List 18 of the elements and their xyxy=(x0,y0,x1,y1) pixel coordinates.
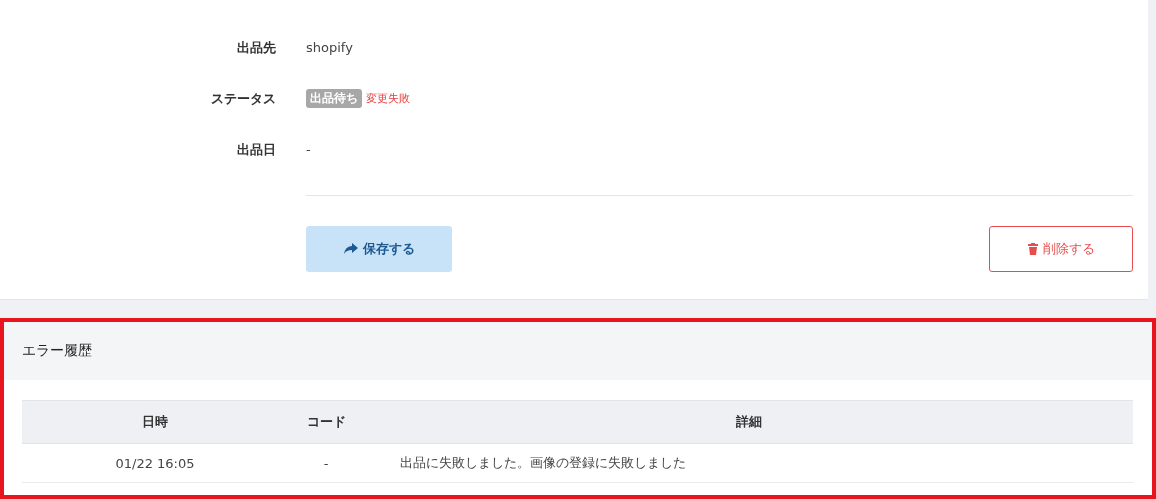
trash-icon xyxy=(1027,243,1038,255)
field-label: 出品日 xyxy=(236,140,276,159)
field-label: ステータス xyxy=(210,89,276,108)
table-cell-text: 出品に失敗しました。画像の登録に失敗しました xyxy=(399,454,687,472)
field-value: - xyxy=(306,142,311,157)
column-header: 日時 xyxy=(141,413,169,431)
table-cell-text: 01/22 16:05 xyxy=(114,455,196,471)
column-header: 詳細 xyxy=(734,413,763,431)
share-arrow-icon xyxy=(343,243,358,255)
delete-button[interactable]: 削除する xyxy=(989,226,1133,272)
table-cell-text: - xyxy=(322,455,330,471)
column-header: コード xyxy=(305,413,347,431)
save-button[interactable]: 保存する xyxy=(306,226,452,272)
status-badge: 出品待ち xyxy=(306,89,362,108)
field-value: shopify xyxy=(306,40,353,55)
panel-title: エラー履歴 xyxy=(22,342,92,360)
status-note: 変更失敗 xyxy=(366,91,410,106)
field-label: 出品先 xyxy=(236,38,276,57)
